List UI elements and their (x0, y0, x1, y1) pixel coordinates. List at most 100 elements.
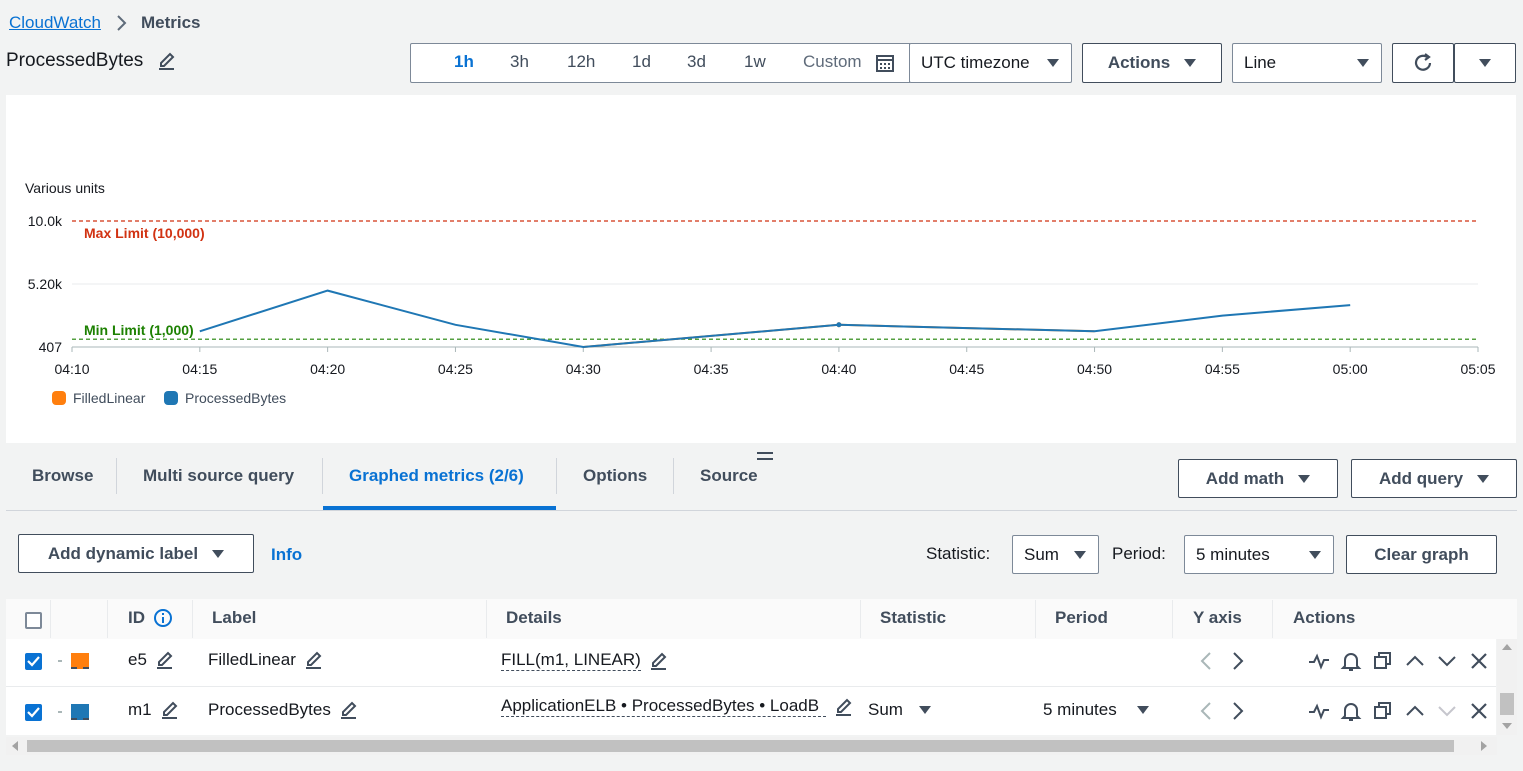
graph-type-dropdown[interactable]: Line (1232, 43, 1382, 83)
scroll-up-icon[interactable] (1502, 642, 1512, 650)
statistic-value: Sum (1024, 544, 1059, 564)
edit-details-icon[interactable] (834, 697, 854, 717)
clear-graph-button[interactable]: Clear graph (1346, 535, 1497, 574)
tab-source[interactable]: Source (700, 456, 758, 496)
y-axis-right-icon[interactable] (1226, 650, 1248, 672)
scroll-right-icon[interactable] (1481, 741, 1489, 751)
vertical-scroll-thumb[interactable] (1500, 693, 1514, 715)
row-details[interactable]: FILL(m1, LINEAR) (501, 650, 641, 671)
tab-divider (116, 458, 117, 494)
time-range-3d[interactable]: 3d (687, 52, 706, 72)
time-range-custom[interactable]: Custom (803, 52, 862, 72)
time-range-1d[interactable]: 1d (632, 52, 651, 72)
time-range-1w[interactable]: 1w (744, 52, 766, 72)
column-divider (1035, 600, 1036, 638)
tab-options[interactable]: Options (583, 456, 647, 496)
row-period-dropdown[interactable]: 5 minutes (1043, 700, 1149, 720)
x-tick-label: 04:15 (182, 361, 217, 377)
row-details[interactable]: ApplicationELB • ProcessedBytes • LoadB (501, 696, 826, 717)
tab-browse[interactable]: Browse (32, 456, 93, 496)
page-title: ProcessedBytes (6, 50, 144, 71)
x-tick-label: 04:45 (949, 361, 984, 377)
y-axis-right-icon[interactable] (1226, 700, 1248, 722)
column-header-y-axis: Y axis (1193, 608, 1242, 627)
row-statistic-dropdown[interactable]: Sum (868, 700, 931, 720)
series-color-swatch[interactable] (71, 653, 89, 669)
calendar-icon[interactable] (876, 54, 894, 72)
column-header-details: Details (506, 608, 562, 627)
y-tick-label: 5.20k (28, 276, 63, 292)
edit-id-icon[interactable] (155, 650, 175, 670)
add-dynamic-label-button[interactable]: Add dynamic label (18, 534, 254, 573)
row-label: ProcessedBytes (208, 700, 331, 719)
move-down-icon[interactable] (1436, 650, 1458, 672)
move-up-icon[interactable] (1404, 700, 1426, 722)
breadcrumb: CloudWatch Metrics (9, 13, 201, 33)
column-divider (1272, 600, 1273, 638)
max-limit-label: Max Limit (10,000) (84, 225, 205, 241)
edit-label-icon[interactable] (339, 700, 359, 720)
alarm-bell-icon[interactable] (1340, 650, 1362, 672)
y-axis-left-icon[interactable] (1196, 650, 1218, 672)
time-range-selector: 1h 3h 12h 1d 3d 1w Custom (410, 43, 910, 83)
edit-title-icon[interactable] (157, 51, 177, 71)
timezone-dropdown[interactable]: UTC timezone (909, 43, 1072, 83)
remove-icon[interactable] (1468, 650, 1490, 672)
x-tick-label: 04:20 (310, 361, 345, 377)
statistic-label: Statistic: (926, 544, 991, 563)
drag-dot-icon (58, 711, 62, 713)
row-label: FilledLinear (208, 650, 296, 669)
period-dropdown[interactable]: 5 minutes (1184, 535, 1334, 574)
caret-down-icon (1074, 550, 1086, 559)
alarm-bell-icon[interactable] (1340, 700, 1362, 722)
graph-metric-icon[interactable] (1308, 650, 1330, 672)
row-id-cell: e5 (128, 650, 175, 670)
time-range-12h[interactable]: 12h (567, 52, 595, 72)
column-header-actions: Actions (1293, 608, 1356, 627)
row-id: e5 (128, 650, 147, 669)
edit-label-icon[interactable] (304, 650, 324, 670)
select-all-checkbox[interactable] (25, 612, 42, 629)
row-checkbox[interactable] (25, 653, 42, 670)
tab-graphed-metrics[interactable]: Graphed metrics (2/6) (349, 456, 524, 496)
move-up-icon[interactable] (1404, 650, 1426, 672)
scroll-left-icon[interactable] (10, 741, 18, 751)
caret-down-icon (1477, 474, 1490, 483)
time-range-1h[interactable]: 1h (454, 52, 474, 72)
time-range-3h[interactable]: 3h (510, 52, 529, 72)
add-math-label: Add math (1205, 468, 1285, 488)
line-chart: Various units 10.0k 5.20k 407 04:10 04:15 04:… (25, 180, 1496, 406)
actions-button[interactable]: Actions (1082, 43, 1222, 83)
vertical-scrollbar[interactable] (1497, 639, 1517, 735)
x-tick-label: 04:40 (821, 361, 856, 377)
drag-handle-icon[interactable] (757, 451, 773, 461)
clear-graph-label: Clear graph (1374, 544, 1469, 564)
horizontal-scrollbar[interactable] (6, 737, 1497, 755)
min-limit-label: Min Limit (1,000) (84, 322, 194, 338)
info-link[interactable]: Info (271, 545, 302, 565)
column-divider (192, 600, 193, 638)
refresh-options-button[interactable] (1454, 43, 1516, 83)
info-icon[interactable] (153, 608, 173, 628)
caret-down-icon (1047, 59, 1059, 67)
statistic-dropdown[interactable]: Sum (1012, 535, 1099, 574)
edit-id-icon[interactable] (160, 700, 180, 720)
row-checkbox[interactable] (25, 704, 42, 721)
duplicate-icon[interactable] (1372, 700, 1394, 722)
edit-details-icon[interactable] (649, 651, 669, 671)
scroll-down-icon[interactable] (1502, 723, 1512, 731)
add-query-button[interactable]: Add query (1351, 459, 1517, 498)
add-math-button[interactable]: Add math (1178, 459, 1338, 498)
refresh-button[interactable] (1392, 43, 1454, 83)
row-period: 5 minutes (1043, 700, 1117, 719)
graph-metric-icon[interactable] (1308, 700, 1330, 722)
breadcrumb-cloudwatch-link[interactable]: CloudWatch (9, 13, 101, 33)
duplicate-icon[interactable] (1372, 650, 1394, 672)
x-tick-label: 04:30 (566, 361, 601, 377)
period-value: 5 minutes (1196, 544, 1270, 564)
tab-multi-source-query[interactable]: Multi source query (143, 456, 294, 496)
series-color-swatch[interactable] (71, 704, 89, 720)
horizontal-scroll-thumb[interactable] (27, 740, 1454, 752)
y-axis-left-icon[interactable] (1196, 700, 1218, 722)
remove-icon[interactable] (1468, 700, 1490, 722)
